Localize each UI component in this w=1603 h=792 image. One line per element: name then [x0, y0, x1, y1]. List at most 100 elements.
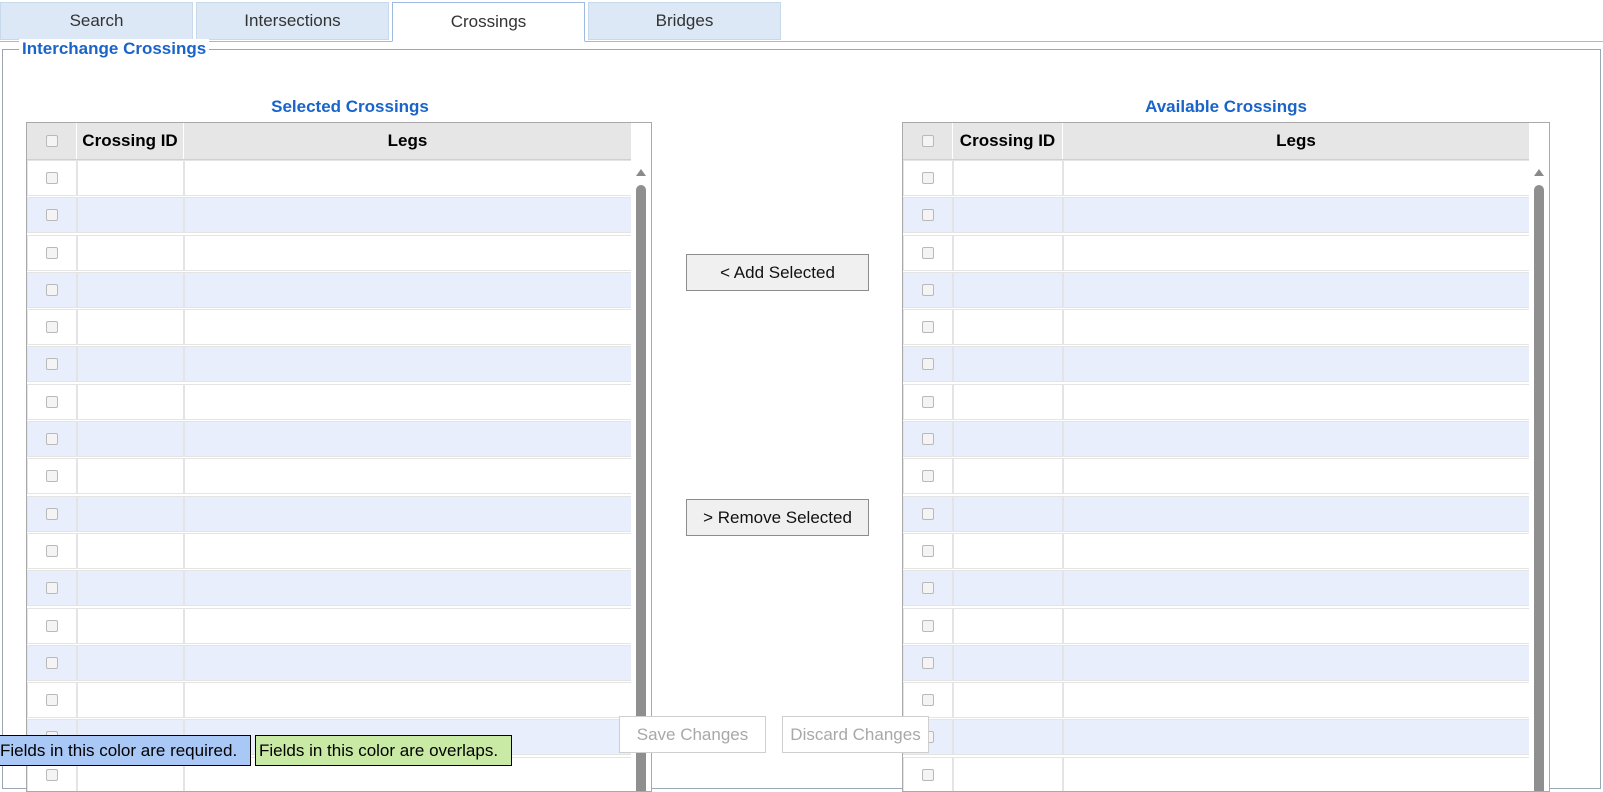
tab-search[interactable]: Search — [0, 2, 193, 40]
table-row[interactable] — [27, 196, 632, 234]
table-row[interactable] — [903, 420, 1530, 458]
table-row[interactable] — [903, 271, 1530, 308]
row-select-cell — [27, 234, 77, 271]
crossing-id-cell — [953, 160, 1063, 196]
table-row[interactable] — [903, 532, 1530, 569]
grid-header: Crossing ID Legs — [27, 123, 632, 160]
row-checkbox[interactable] — [46, 619, 58, 632]
scroll-thumb[interactable] — [1534, 185, 1544, 791]
row-checkbox[interactable] — [46, 358, 58, 371]
row-checkbox[interactable] — [922, 694, 934, 707]
row-checkbox[interactable] — [922, 507, 934, 520]
table-row[interactable] — [903, 308, 1530, 346]
row-checkbox[interactable] — [922, 358, 934, 371]
table-row[interactable] — [903, 718, 1530, 756]
row-checkbox[interactable] — [46, 544, 58, 557]
crossing-id-cell — [953, 234, 1063, 271]
selected-crossings-grid: Crossing ID Legs — [26, 122, 652, 792]
table-row[interactable] — [27, 383, 632, 420]
column-header-legs[interactable]: Legs — [1063, 123, 1530, 159]
column-header-legs[interactable]: Legs — [184, 123, 632, 159]
scrollbar[interactable] — [1529, 159, 1549, 791]
table-row[interactable] — [903, 159, 1530, 196]
row-checkbox[interactable] — [922, 433, 934, 446]
row-checkbox[interactable] — [46, 172, 58, 184]
row-checkbox[interactable] — [46, 694, 58, 707]
table-row[interactable] — [27, 495, 632, 532]
table-row[interactable] — [903, 495, 1530, 532]
select-all-checkbox[interactable] — [921, 135, 934, 147]
column-header-crossing-id[interactable]: Crossing ID — [77, 123, 184, 159]
scroll-up-arrow-icon[interactable] — [1534, 169, 1544, 176]
row-checkbox[interactable] — [46, 582, 58, 595]
table-row[interactable] — [903, 196, 1530, 234]
row-checkbox[interactable] — [922, 283, 934, 296]
table-row[interactable] — [903, 681, 1530, 719]
table-row[interactable] — [903, 345, 1530, 383]
table-row[interactable] — [903, 644, 1530, 681]
select-all-checkbox[interactable] — [45, 135, 58, 147]
table-row[interactable] — [27, 569, 632, 607]
overlap-color-legend: Fields in this color are overlaps. — [255, 735, 512, 766]
row-checkbox[interactable] — [46, 395, 58, 408]
table-row[interactable] — [27, 159, 632, 196]
row-checkbox[interactable] — [46, 246, 58, 259]
table-row[interactable] — [903, 756, 1530, 791]
table-row[interactable] — [903, 607, 1530, 644]
legs-cell — [1063, 719, 1530, 756]
table-row[interactable] — [27, 234, 632, 271]
scrollbar[interactable] — [631, 159, 651, 791]
crossing-id-cell — [77, 421, 184, 458]
table-row[interactable] — [27, 308, 632, 346]
legs-cell — [1063, 756, 1530, 791]
row-checkbox[interactable] — [922, 395, 934, 408]
remove-selected-button[interactable]: > Remove Selected — [686, 499, 869, 536]
row-checkbox[interactable] — [46, 656, 58, 669]
row-checkbox[interactable] — [46, 470, 58, 483]
table-row[interactable] — [903, 569, 1530, 607]
tab-intersections[interactable]: Intersections — [196, 2, 389, 40]
table-row[interactable] — [903, 457, 1530, 495]
scroll-up-arrow-icon[interactable] — [636, 169, 646, 176]
table-row[interactable] — [27, 644, 632, 681]
table-row[interactable] — [27, 271, 632, 308]
save-changes-button[interactable]: Save Changes — [619, 716, 766, 753]
row-select-cell — [27, 421, 77, 458]
tab-crossings[interactable]: Crossings — [392, 2, 585, 42]
table-row[interactable] — [27, 420, 632, 458]
table-row[interactable] — [903, 383, 1530, 420]
table-row[interactable] — [27, 681, 632, 719]
row-checkbox[interactable] — [922, 544, 934, 557]
row-checkbox[interactable] — [922, 470, 934, 483]
row-checkbox[interactable] — [922, 172, 934, 184]
table-row[interactable] — [27, 532, 632, 569]
row-checkbox[interactable] — [46, 321, 58, 334]
table-row[interactable] — [27, 457, 632, 495]
group-legend: Interchange Crossings — [19, 39, 210, 59]
row-checkbox[interactable] — [922, 209, 934, 222]
table-row[interactable] — [27, 345, 632, 383]
scroll-thumb[interactable] — [636, 185, 646, 791]
row-checkbox[interactable] — [922, 246, 934, 259]
crossing-id-cell — [953, 346, 1063, 383]
row-select-cell — [903, 383, 953, 420]
row-checkbox[interactable] — [922, 619, 934, 632]
discard-changes-button[interactable]: Discard Changes — [782, 716, 929, 753]
table-row[interactable] — [27, 607, 632, 644]
available-grid-title: Available Crossings — [1145, 97, 1307, 116]
row-checkbox[interactable] — [46, 209, 58, 222]
row-checkbox[interactable] — [922, 321, 934, 334]
tab-bridges[interactable]: Bridges — [588, 2, 781, 40]
row-checkbox[interactable] — [46, 507, 58, 520]
row-select-cell — [903, 644, 953, 681]
crossing-id-cell — [77, 271, 184, 308]
legs-cell — [1063, 458, 1530, 495]
row-checkbox[interactable] — [46, 433, 58, 446]
row-select-cell — [903, 160, 953, 196]
add-selected-button[interactable]: < Add Selected — [686, 254, 869, 291]
row-checkbox[interactable] — [922, 656, 934, 669]
row-checkbox[interactable] — [922, 582, 934, 595]
table-row[interactable] — [903, 234, 1530, 271]
column-header-crossing-id[interactable]: Crossing ID — [953, 123, 1063, 159]
row-checkbox[interactable] — [46, 283, 58, 296]
